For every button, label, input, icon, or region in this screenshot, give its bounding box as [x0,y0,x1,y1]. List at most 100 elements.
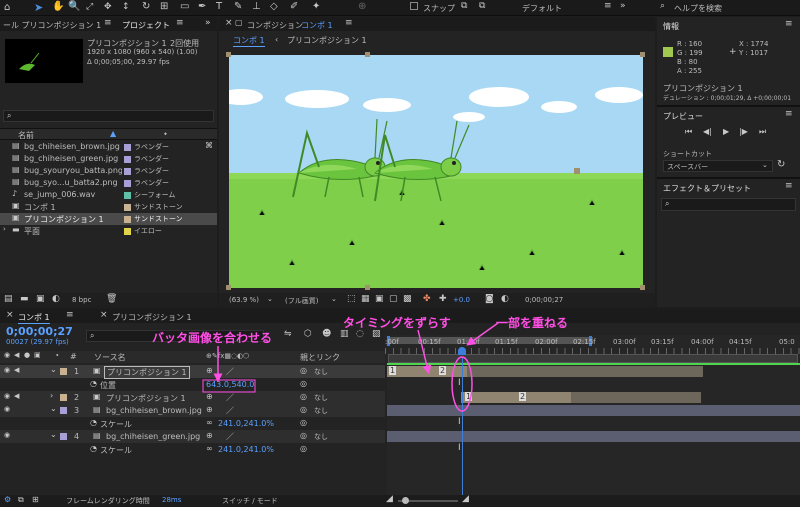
pan-behind-icon[interactable]: ⊞ [160,1,168,12]
audio-icon[interactable]: ◀ [14,392,19,400]
eraser-tool-icon[interactable]: ◇ [270,1,278,12]
switch-quality[interactable]: ／ [226,431,234,442]
rotate-tool-icon[interactable]: ↻ [142,1,150,12]
tab-comp1[interactable]: コンポ 1 [18,312,50,324]
parent-dropdown[interactable]: なし [314,393,328,403]
chevron-right-icon[interactable]: › [3,225,6,233]
eye-icon[interactable]: ◉ [4,405,10,413]
snapshot-camera-icon[interactable]: ◙ [485,294,494,304]
grid-icon[interactable]: ▩ [403,294,412,304]
label-color-swatch[interactable] [124,204,131,211]
close-icon[interactable]: × [100,310,108,320]
label-color-swatch[interactable] [124,168,131,175]
layer-end-marker[interactable]: 2 [439,366,447,375]
tab-menu-icon[interactable]: ≡ [104,18,112,28]
layer-bar[interactable] [387,405,800,416]
zoom-tool-icon[interactable]: 🔍 [68,1,80,12]
parent-dropdown[interactable]: なし [314,367,328,377]
selection-tool-icon[interactable]: ➤ [34,1,43,14]
zoom-dropdown[interactable]: (63.9 %) [229,296,259,304]
time-ruler[interactable]: :00f 00:15f 01:00f 01:15f 02:00f 02:15f … [385,335,800,365]
switch-collapse[interactable]: ⊕ [206,366,213,375]
layer-end-marker[interactable]: 2 [519,392,527,401]
switch-mode-toggle[interactable]: スイッチ / モード [222,496,278,506]
pen-tool-icon[interactable]: ✒ [198,1,206,12]
mask-visibility-icon[interactable]: ▣ [375,294,384,304]
new-folder-icon[interactable]: ▬ [20,294,29,304]
layer-handle[interactable] [640,52,645,57]
property-row[interactable]: ◔ スケール ∞ 241.0,241.0% ◎ [0,417,385,430]
layer-handle[interactable] [365,285,370,290]
keyframe-icon[interactable]: I [458,443,461,453]
snap-options-icon[interactable]: ⧉ [461,1,467,11]
layer-handle[interactable] [365,52,370,57]
current-timecode[interactable]: 0;00;00;27 [6,325,73,338]
zoom-out-icon[interactable]: ◢ [386,494,393,504]
stopwatch-icon[interactable]: ◔ [90,444,97,453]
next-frame-icon[interactable]: |▶ [739,127,748,136]
interpret-footage-icon[interactable]: ▤ [4,294,13,304]
zoom-in-icon[interactable]: ◢ [462,494,469,504]
project-search-input[interactable]: ⌕ [3,110,214,122]
eye-icon[interactable]: ◉ [4,366,10,374]
tab-menu-icon[interactable]: ≡ [66,310,74,320]
bpc-label[interactable]: 8 bpc [72,296,91,304]
switch-quality[interactable]: ／ [226,405,234,416]
pickwhip-icon[interactable]: ◎ [300,379,307,388]
list-item-selected[interactable]: ▣ プリコンポジション 1 サンドストーン [0,213,217,225]
exposure-value[interactable]: +0.0 [453,296,470,304]
col-name[interactable]: 名前 [18,130,34,141]
playhead-marker[interactable] [458,347,466,355]
switch-collapse[interactable]: ⊕ [206,392,213,401]
label-tag-icon[interactable]: ⬩ [164,129,167,139]
shy-icon[interactable]: ☻ [322,329,331,339]
home-icon[interactable]: ⌂ [4,2,10,13]
effects-control-tab[interactable]: ール プリコンポジション 1 [3,20,103,31]
property-row[interactable]: ◔ 位置 643.0,540.0 ◎ [0,378,385,391]
breadcrumb-comp1[interactable]: コンポ 1 [233,35,265,47]
anchor-point-marker[interactable] [574,168,580,174]
transparency-grid-icon[interactable]: ▦ [361,294,370,304]
tab-project[interactable]: プロジェクト [122,20,170,31]
label-color-swatch[interactable] [124,180,131,187]
list-item[interactable]: ▤ bg_chiheisen_green.jpg ラベンダー [0,153,217,165]
label-color-swatch[interactable] [124,192,131,199]
col-source-name[interactable]: ソース名 [94,352,126,363]
camera-tool-icon[interactable]: ⤢ [86,2,93,12]
layer-switches-icon[interactable]: ⚙ [4,495,11,504]
playhead-line[interactable] [462,357,463,495]
stopwatch-icon[interactable]: ◔ [90,418,97,427]
layer-handle[interactable] [640,285,645,290]
eye-icon[interactable]: ◉ [4,431,10,439]
comp-mini-flowchart-icon[interactable]: ⇋ [284,329,292,339]
type-tool-icon[interactable]: T [216,1,222,12]
render-queue-icon[interactable]: ◐ [52,294,60,304]
transfer-controls-icon[interactable]: ⧉ [18,495,24,505]
list-item[interactable]: › ▬ 平面 イエロー [0,225,217,237]
position-value[interactable]: 643.0,540.0 [206,380,254,389]
pickwhip-icon[interactable]: ◎ [300,418,307,427]
parent-dropdown[interactable]: なし [314,406,328,416]
label-color-swatch[interactable] [124,216,131,223]
quality-dropdown[interactable]: (フル画質) [285,296,318,306]
scale-value[interactable]: 241.0,241.0% [218,419,274,428]
close-icon[interactable]: × [6,310,14,320]
reset-icon[interactable]: ↻ [777,159,785,170]
chevron-down-icon[interactable]: ⌄ [267,295,273,303]
col-parent[interactable]: 親とリンク [300,352,340,363]
label-color-swatch[interactable] [124,228,131,235]
hand-tool-icon[interactable]: ✋ [52,1,64,12]
layer-row[interactable]: ◉ ◀ ⌄ 1 ▣ プリコンポジション 1 ⊕ ／ ◎ なし [0,365,385,379]
pickwhip-icon[interactable]: ◎ [300,444,307,453]
pickwhip-icon[interactable]: ◎ [300,431,307,440]
panel-menu-icon[interactable]: ≡ [785,181,793,191]
first-frame-icon[interactable]: ⏮ [685,127,692,137]
timeline-navigator[interactable] [388,354,798,363]
workspace-menu-icon[interactable]: ≡ [604,1,612,11]
help-search-input[interactable]: ヘルプを検索 [674,3,794,14]
label-color-swatch[interactable] [60,368,67,375]
snap-checkbox[interactable] [410,2,418,10]
layer-row[interactable]: ◉ ◀ › 2 ▣ プリコンポジション 1 ⊕ ／ ◎ なし [0,391,385,404]
viewer-timecode[interactable]: 0;00;00;27 [525,296,563,304]
scale-value[interactable]: 241.0,241.0% [218,445,274,454]
